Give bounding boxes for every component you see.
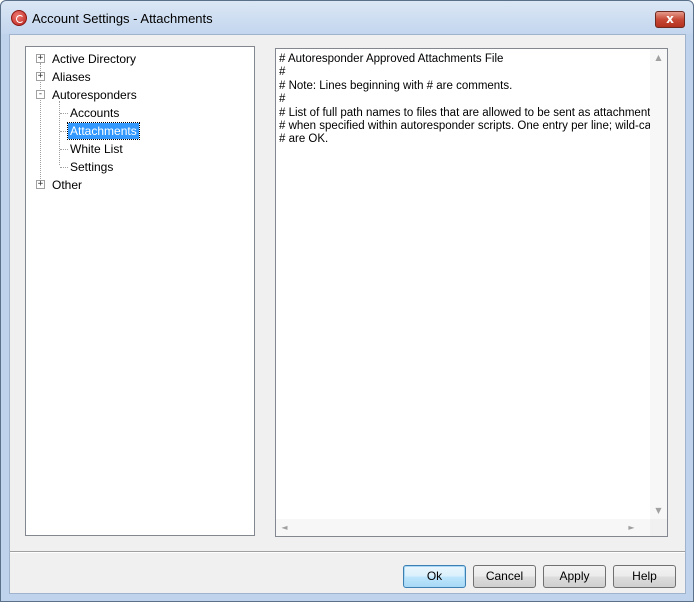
settings-tree: + Active Directory + Aliases - Autorespo… bbox=[25, 46, 255, 536]
cancel-button[interactable]: Cancel bbox=[473, 565, 536, 588]
tree-item-label[interactable]: Autoresponders bbox=[50, 87, 139, 103]
tree-item-white-list[interactable]: White List bbox=[26, 141, 254, 157]
expand-plus-icon[interactable]: + bbox=[36, 54, 45, 63]
scrollbar-corner bbox=[650, 519, 667, 536]
collapse-minus-icon[interactable]: - bbox=[36, 90, 45, 99]
vertical-scrollbar[interactable]: ▲ ▼ bbox=[650, 49, 667, 519]
horizontal-scrollbar[interactable]: ◄ ► bbox=[276, 519, 650, 536]
tree-item-other[interactable]: + Other bbox=[26, 177, 254, 193]
tree-item-attachments[interactable]: Attachments bbox=[26, 122, 254, 140]
tree-item-label[interactable]: White List bbox=[68, 141, 125, 157]
tree-item-aliases[interactable]: + Aliases bbox=[26, 69, 254, 85]
help-button[interactable]: Help bbox=[613, 565, 676, 588]
tree-item-accounts[interactable]: Accounts bbox=[26, 105, 254, 121]
tree-item-active-directory[interactable]: + Active Directory bbox=[26, 51, 254, 67]
editor-content[interactable]: # Autoresponder Approved Attachments Fil… bbox=[279, 53, 667, 147]
tree-item-label[interactable]: Aliases bbox=[50, 69, 93, 85]
dialog-client-area: + Active Directory + Aliases - Autorespo… bbox=[9, 34, 686, 594]
tree-item-autoresponders[interactable]: - Autoresponders bbox=[26, 87, 254, 103]
close-button[interactable]: x bbox=[655, 11, 685, 28]
apply-button[interactable]: Apply bbox=[543, 565, 606, 588]
title-bar[interactable]: Account Settings - Attachments x bbox=[1, 1, 693, 34]
scroll-up-icon[interactable]: ▲ bbox=[650, 49, 667, 66]
tree-item-label[interactable]: Settings bbox=[68, 159, 115, 175]
scroll-right-icon[interactable]: ► bbox=[623, 519, 640, 536]
tree-item-settings[interactable]: Settings bbox=[26, 159, 254, 175]
window-title: Account Settings - Attachments bbox=[32, 11, 213, 26]
account-settings-window: Account Settings - Attachments x + Activ… bbox=[0, 0, 694, 602]
tree-item-label[interactable]: Active Directory bbox=[50, 51, 138, 67]
scroll-down-icon[interactable]: ▼ bbox=[650, 502, 667, 519]
button-separator bbox=[10, 551, 685, 553]
expand-plus-icon[interactable]: + bbox=[36, 180, 45, 189]
app-icon bbox=[11, 10, 27, 26]
tree-item-label-selected[interactable]: Attachments bbox=[67, 122, 140, 140]
attachments-text-editor[interactable]: # Autoresponder Approved Attachments Fil… bbox=[275, 48, 668, 537]
ok-button[interactable]: Ok bbox=[403, 565, 466, 588]
scroll-left-icon[interactable]: ◄ bbox=[276, 519, 293, 536]
tree-item-label[interactable]: Other bbox=[50, 177, 84, 193]
expand-plus-icon[interactable]: + bbox=[36, 72, 45, 81]
tree-item-label[interactable]: Accounts bbox=[68, 105, 121, 121]
